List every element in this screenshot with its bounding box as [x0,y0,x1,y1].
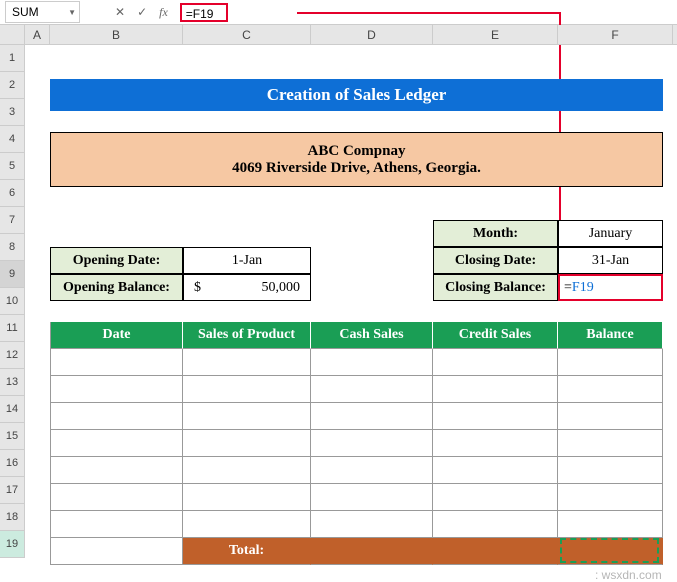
month-value[interactable]: January [558,220,663,247]
closing-date-value[interactable]: 31-Jan [558,247,663,274]
confirm-icon[interactable]: ✓ [137,5,147,19]
name-box-dropdown-icon[interactable]: ▼ [68,8,76,17]
table-header-row: Date Sales of Product Cash Sales Credit … [50,322,663,349]
col-sales-product[interactable]: Sales of Product [183,322,311,349]
col-header-f[interactable]: F [558,25,673,44]
formula-equals: = [564,280,572,296]
col-date[interactable]: Date [50,322,183,349]
row-header[interactable]: 12 [0,342,25,369]
row-header[interactable]: 6 [0,180,25,207]
closing-balance-label: Closing Balance: [433,274,558,301]
total-credit[interactable] [433,538,558,565]
currency-symbol: $ [194,280,201,296]
row-header[interactable]: 8 [0,234,25,261]
table-row[interactable] [50,403,663,430]
row-header[interactable]: 15 [0,423,25,450]
column-headers: A B C D E F [25,25,677,45]
page-title: Creation of Sales Ledger [50,79,663,111]
opening-date-value[interactable]: 1-Jan [183,247,311,274]
total-cash[interactable] [311,538,433,565]
row-header[interactable]: 19 [0,531,25,558]
row-header[interactable]: 5 [0,153,25,180]
total-balance[interactable] [558,538,663,565]
table-row[interactable] [50,349,663,376]
month-label: Month: [433,220,558,247]
company-address: 4069 Riverside Drive, Athens, Georgia. [232,160,481,177]
row-header[interactable]: 16 [0,450,25,477]
opening-balance-value[interactable]: $ 50,000 [183,274,311,301]
select-all-corner[interactable] [0,25,25,45]
opening-date-label: Opening Date: [50,247,183,274]
table-row[interactable] [50,430,663,457]
col-header-d[interactable]: D [311,25,433,44]
col-header-e[interactable]: E [433,25,558,44]
row-header[interactable]: 18 [0,504,25,531]
fx-icon[interactable]: fx [159,5,168,20]
row-header[interactable]: 10 [0,288,25,315]
row-header[interactable]: 3 [0,99,25,126]
total-label: Total: [183,538,311,565]
name-box[interactable]: SUM ▼ [5,1,80,23]
row-header[interactable]: 14 [0,396,25,423]
col-header-b[interactable]: B [50,25,183,44]
table-row[interactable] [50,511,663,538]
row-header[interactable]: 13 [0,369,25,396]
table-row[interactable] [50,457,663,484]
table-total-row: Total: [50,538,663,565]
row-header[interactable]: 2 [0,72,25,99]
company-box: ABC Compnay 4069 Riverside Drive, Athens… [50,132,663,187]
col-credit-sales[interactable]: Credit Sales [433,322,558,349]
closing-balance-cell[interactable]: =F19 [558,274,663,301]
col-cash-sales[interactable]: Cash Sales [311,322,433,349]
name-box-value: SUM [12,5,39,19]
row-header-active[interactable]: 9 [0,261,25,288]
table-row[interactable] [50,484,663,511]
col-header-a[interactable]: A [25,25,50,44]
table-row[interactable] [50,376,663,403]
callout-line-h [297,12,559,14]
row-header[interactable]: 4 [0,126,25,153]
row-header[interactable]: 1 [0,45,25,72]
row-headers: 1 2 3 4 5 6 7 8 9 10 11 12 13 14 15 16 1… [0,45,25,558]
closing-date-label: Closing Date: [433,247,558,274]
formula-input[interactable]: =F19 [180,3,228,22]
formula-ref: F19 [572,280,594,296]
cancel-icon[interactable]: ✕ [115,5,125,19]
worksheet[interactable]: Creation of Sales Ledger ABC Compnay 406… [25,45,677,570]
row-header[interactable]: 17 [0,477,25,504]
opening-balance-label: Opening Balance: [50,274,183,301]
row-header[interactable]: 11 [0,315,25,342]
col-header-c[interactable]: C [183,25,311,44]
col-balance[interactable]: Balance [558,322,663,349]
row-header[interactable]: 7 [0,207,25,234]
amount: 50,000 [262,280,301,296]
watermark: : wsxdn.com [595,568,662,582]
company-name: ABC Compnay [308,143,406,160]
